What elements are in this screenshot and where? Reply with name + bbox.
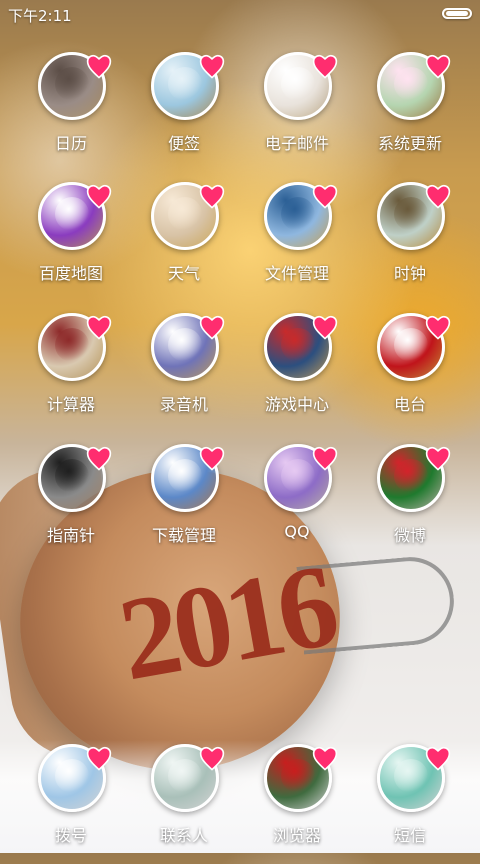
heart-badge-icon [312, 315, 338, 340]
app-label: 计算器 [46, 395, 95, 414]
heart-badge-icon [199, 315, 225, 340]
app-label: 电台 [393, 395, 426, 414]
app-label: 浏览器 [272, 826, 321, 845]
heart-badge-icon [86, 315, 112, 340]
app-contacts[interactable]: 联系人 [129, 744, 239, 864]
app-sms[interactable]: 短信 [355, 744, 465, 864]
app-label: 短信 [393, 826, 426, 845]
heart-badge-icon [312, 446, 338, 471]
app-label: 下载管理 [151, 526, 216, 545]
app-baidu-map[interactable]: 百度地图 [16, 182, 126, 302]
app-download-manager[interactable]: 下载管理 [129, 444, 239, 564]
app-calendar[interactable]: 日历 [16, 52, 126, 172]
heart-badge-icon [86, 184, 112, 209]
heart-badge-icon [86, 54, 112, 79]
heart-badge-icon [199, 54, 225, 79]
app-radio[interactable]: 电台 [355, 313, 465, 433]
app-label: 电子邮件 [264, 134, 329, 153]
app-game-center[interactable]: 游戏中心 [242, 313, 352, 433]
app-label: 时钟 [393, 264, 426, 283]
heart-badge-icon [425, 446, 451, 471]
heart-badge-icon [425, 54, 451, 79]
heart-badge-icon [312, 54, 338, 79]
status-bar: 下午2:11 [0, 0, 480, 28]
heart-badge-icon [199, 746, 225, 771]
app-label: 便签 [167, 134, 200, 153]
app-compass[interactable]: 指南针 [16, 444, 126, 564]
app-label: 系统更新 [377, 134, 442, 153]
app-qq[interactable]: QQ [242, 444, 352, 564]
app-label: 指南针 [46, 526, 95, 545]
app-label: 天气 [167, 264, 200, 283]
app-browser[interactable]: 浏览器 [242, 744, 352, 864]
heart-badge-icon [425, 315, 451, 340]
app-email[interactable]: 电子邮件 [242, 52, 352, 172]
app-calculator[interactable]: 计算器 [16, 313, 126, 433]
app-weather[interactable]: 天气 [129, 182, 239, 302]
app-label: 日历 [54, 134, 87, 153]
heart-badge-icon [312, 746, 338, 771]
app-system-update[interactable]: 系统更新 [355, 52, 465, 172]
app-label: 微博 [393, 526, 426, 545]
heart-badge-icon [86, 746, 112, 771]
app-label: 联系人 [159, 826, 208, 845]
status-time: 下午2:11 [8, 7, 72, 25]
heart-badge-icon [312, 184, 338, 209]
app-label: 拨号 [54, 826, 87, 845]
heart-badge-icon [199, 446, 225, 471]
heart-badge-icon [199, 184, 225, 209]
app-recorder[interactable]: 录音机 [129, 313, 239, 433]
app-label: 游戏中心 [264, 395, 329, 414]
app-label: 百度地图 [38, 264, 103, 283]
app-dialer[interactable]: 拨号 [16, 744, 126, 864]
app-file-manager[interactable]: 文件管理 [242, 182, 352, 302]
app-clock[interactable]: 时钟 [355, 182, 465, 302]
app-weibo[interactable]: 微博 [355, 444, 465, 564]
app-label: 文件管理 [264, 264, 329, 283]
app-notes[interactable]: 便签 [129, 52, 239, 172]
app-label: 录音机 [159, 395, 208, 414]
app-label: QQ [284, 522, 310, 541]
heart-badge-icon [425, 746, 451, 771]
battery-icon [442, 8, 472, 19]
heart-badge-icon [86, 446, 112, 471]
heart-badge-icon [425, 184, 451, 209]
